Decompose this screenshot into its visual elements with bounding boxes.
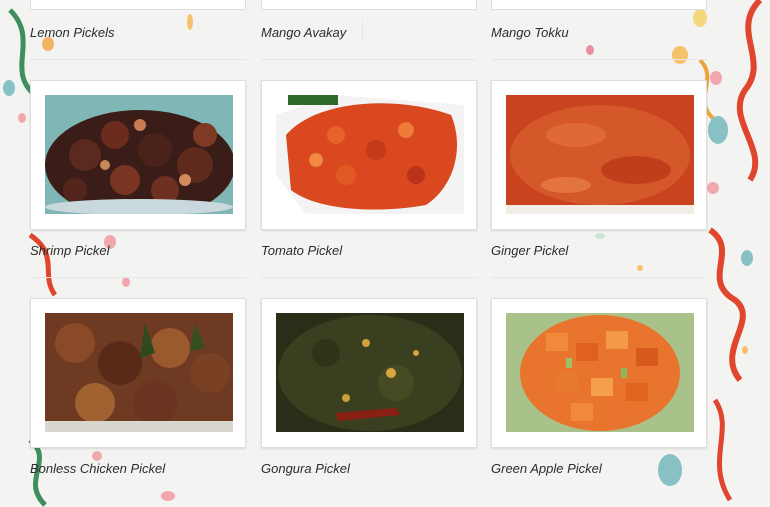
product-card-ginger[interactable] (491, 80, 707, 230)
product-title-shrimp[interactable]: Shrimp Pickel (30, 243, 109, 258)
product-title-tomato[interactable]: Tomato Pickel (261, 243, 342, 258)
product-image-green-apple[interactable] (506, 313, 694, 432)
product-title-mango-tokku[interactable]: Mango Tokku (491, 25, 569, 40)
product-image-tomato[interactable] (276, 95, 464, 214)
product-image-gongura[interactable] (276, 313, 464, 432)
product-title-lemon[interactable]: Lemon Pickels (30, 25, 115, 40)
product-title-green-apple[interactable]: Green Apple Pickel (491, 461, 602, 476)
divider (491, 277, 707, 278)
product-card-mango-tokku[interactable] (491, 0, 707, 10)
product-grid: Lemon Pickels Mango Avakay Mango Tokku S… (0, 0, 770, 507)
product-card-gongura[interactable] (261, 298, 477, 448)
product-card-green-apple[interactable] (491, 298, 707, 448)
product-image-chicken[interactable] (45, 313, 233, 432)
product-image-shrimp[interactable] (45, 95, 233, 214)
product-card-shrimp[interactable] (30, 80, 246, 230)
product-title-chicken[interactable]: Bonless Chicken Pickel (30, 461, 165, 476)
product-title-ginger[interactable]: Ginger Pickel (491, 243, 568, 258)
product-card-mango-avakay[interactable] (261, 0, 477, 10)
divider (261, 59, 477, 60)
divider (261, 277, 477, 278)
product-card-tomato[interactable] (261, 80, 477, 230)
product-title-mango-avakay[interactable]: Mango Avakay (261, 25, 346, 40)
product-card-chicken[interactable] (30, 298, 246, 448)
product-card-lemon[interactable] (30, 0, 246, 10)
product-title-gongura[interactable]: Gongura Pickel (261, 461, 350, 476)
divider (30, 277, 246, 278)
product-image-ginger[interactable] (506, 95, 694, 214)
divider (491, 59, 707, 60)
divider (362, 20, 363, 42)
divider (30, 59, 246, 60)
